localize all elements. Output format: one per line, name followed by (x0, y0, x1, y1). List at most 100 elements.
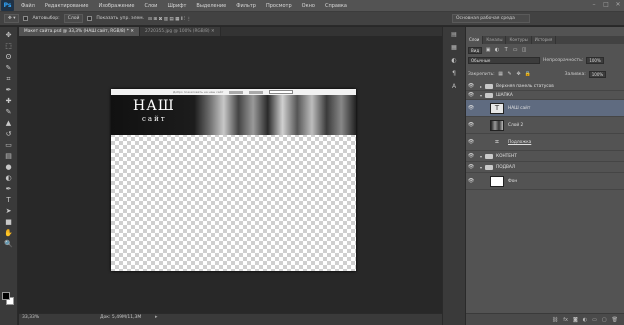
mask-icon[interactable]: ◙ (573, 317, 578, 323)
show-controls-checkbox[interactable] (87, 16, 93, 21)
align-icons[interactable]: ⊟ ⊞ ⊠ ▥ ▤ ▦ ⫴ ⫶ ⋮ (148, 16, 191, 22)
workspace-dropdown[interactable]: Основная рабочая среда (452, 14, 530, 23)
path-select-icon[interactable]: ➤ (3, 206, 15, 217)
crop-icon[interactable]: ⌗ (3, 74, 15, 85)
hand-icon[interactable]: ✋ (3, 228, 15, 239)
history-panel-icon[interactable]: ▤ (448, 30, 460, 40)
maximize-button[interactable]: □ (602, 1, 610, 9)
minimize-button[interactable]: – (590, 1, 598, 9)
marquee-icon[interactable]: ⬚ (3, 41, 15, 52)
autoselect-checkbox[interactable] (23, 16, 29, 21)
foreground-color-swatch[interactable] (2, 292, 10, 300)
layer-name: Верхняя панель статусов (496, 83, 554, 89)
eye-icon[interactable]: 👁 (466, 105, 476, 111)
tab-history[interactable]: История (532, 36, 557, 44)
link-icon[interactable]: ⛓ (552, 317, 558, 323)
filter-kind-dropdown[interactable]: Вид (468, 46, 483, 54)
layer-nash-sait[interactable]: 👁 T НАШ сайт (466, 100, 624, 117)
blend-mode-dropdown[interactable]: Обычные (468, 57, 540, 64)
filter-smart-icon[interactable]: ◫ (521, 47, 527, 53)
character-panel-icon[interactable]: A (448, 82, 460, 92)
menu-bar: Ps Файл Редактирование Изображение Слои … (0, 0, 624, 12)
properties-panel-icon[interactable]: ▦ (448, 43, 460, 53)
shape-icon[interactable]: ■ (3, 217, 15, 228)
eye-icon[interactable]: 👁 (466, 122, 476, 128)
eyedropper-icon[interactable]: ✒ (3, 85, 15, 96)
lock-paint-icon[interactable]: ✎ (507, 71, 513, 77)
menu-view[interactable]: Просмотр (261, 0, 297, 12)
blur-icon[interactable]: ● (3, 162, 15, 173)
tab-image[interactable]: 2720355.jpg @ 100% (RGB/8) ✕ (139, 27, 221, 36)
collapse-arrow-icon[interactable]: ▾ (480, 93, 482, 98)
menu-type[interactable]: Шрифт (162, 0, 191, 12)
trash-icon[interactable]: 🗑 (612, 317, 618, 323)
move-icon[interactable]: ✥ (3, 30, 15, 41)
pen-icon[interactable]: ✒ (3, 184, 15, 195)
menu-layers[interactable]: Слои (139, 0, 162, 12)
layer-background[interactable]: 👁 Фон (466, 173, 624, 190)
lock-pixels-icon[interactable]: ▦ (498, 71, 504, 77)
healing-icon[interactable]: ✚ (3, 96, 15, 107)
quick-select-icon[interactable]: ✎ (3, 63, 15, 74)
layer-podlozhka[interactable]: 👁 ⌗ Подложка (466, 134, 624, 151)
filter-shape-icon[interactable]: ▭ (512, 47, 518, 53)
layer-header-group[interactable]: 👁 ▾ ШАПКА (466, 91, 624, 100)
group-icon[interactable]: ▭ (592, 317, 597, 323)
tab-paths[interactable]: Контуры (506, 36, 532, 44)
fill-input[interactable]: 100% (588, 70, 607, 78)
opacity-input[interactable]: 100% (586, 57, 604, 64)
stamp-icon[interactable]: ▲ (3, 118, 15, 129)
status-menu-arrow-icon[interactable]: ▸ (155, 314, 158, 320)
paragraph-panel-icon[interactable]: ¶ (448, 69, 460, 79)
tab-mockup[interactable]: Макет сайта.psd @ 33,3% (НАШ сайт, RGB/8… (19, 27, 140, 36)
collapse-arrow-icon[interactable]: ▾ (480, 165, 482, 170)
eye-icon[interactable]: 👁 (466, 139, 476, 145)
tool-preset-picker[interactable]: ✥ ▾ (4, 14, 20, 23)
tab-channels[interactable]: Каналы (483, 36, 507, 44)
menu-filter[interactable]: Фильтр (231, 0, 261, 12)
expand-arrow-icon[interactable]: ▸ (480, 84, 482, 89)
menu-edit[interactable]: Редактирование (40, 0, 94, 12)
gradient-icon[interactable]: ▤ (3, 151, 15, 162)
tab-layers[interactable]: Слои (466, 36, 484, 44)
lock-all-icon[interactable]: 🔒 (525, 71, 531, 77)
menu-help[interactable]: Справка (320, 0, 352, 12)
layer-footer-group[interactable]: 👁 ▾ ПОДВАЛ (466, 162, 624, 173)
eye-icon[interactable]: 👁 (466, 153, 476, 159)
lock-move-icon[interactable]: ✥ (516, 71, 522, 77)
menu-image[interactable]: Изображение (93, 0, 139, 12)
layer-sloy-2[interactable]: 👁 Слой 2 (466, 117, 624, 134)
menu-window[interactable]: Окно (297, 0, 320, 12)
autoselect-dropdown[interactable]: Слой (63, 14, 84, 23)
menu-file[interactable]: Файл (16, 0, 40, 12)
collapse-arrow-icon[interactable]: ▾ (480, 154, 482, 159)
lasso-icon[interactable]: ʘ (3, 52, 15, 63)
dodge-icon[interactable]: ◐ (3, 173, 15, 184)
adjustments-panel-icon[interactable]: ◐ (448, 56, 460, 66)
layer-content-group[interactable]: 👁 ▾ КОНТЕНТ (466, 151, 624, 162)
eraser-icon[interactable]: ▭ (3, 140, 15, 151)
folder-icon (485, 164, 494, 170)
tab-close-icon[interactable]: ✕ (130, 29, 134, 34)
tab-mockup-label: Макет сайта.psd @ 33,3% (НАШ сайт, RGB/8… (24, 29, 129, 34)
eye-icon[interactable]: 👁 (466, 83, 476, 89)
new-layer-icon[interactable]: ▢ (602, 317, 607, 323)
close-button[interactable]: ✕ (614, 1, 622, 9)
eye-icon[interactable]: 👁 (466, 164, 476, 170)
eye-icon[interactable]: 👁 (466, 178, 476, 184)
zoom-level[interactable]: 33,33% (22, 315, 39, 320)
eye-icon[interactable]: 👁 (466, 92, 476, 98)
type-icon[interactable]: T (3, 195, 15, 206)
tab-close-icon[interactable]: ✕ (211, 29, 215, 34)
filter-adjust-icon[interactable]: ◐ (494, 47, 500, 53)
history-brush-icon[interactable]: ↺ (3, 129, 15, 140)
fx-icon[interactable]: fx (563, 317, 568, 323)
document-size: Док: 5,49М/11,3М (100, 315, 142, 320)
filter-pixel-icon[interactable]: ▣ (485, 47, 491, 53)
adjustment-icon[interactable]: ◐ (583, 317, 587, 323)
menu-select[interactable]: Выделение (191, 0, 231, 12)
filter-type-icon[interactable]: T (503, 47, 509, 53)
zoom-icon[interactable]: 🔍 (3, 239, 15, 250)
layer-status-bar-group[interactable]: 👁 ▸ Верхняя панель статусов (466, 82, 624, 91)
brush-icon[interactable]: ✎ (3, 107, 15, 118)
